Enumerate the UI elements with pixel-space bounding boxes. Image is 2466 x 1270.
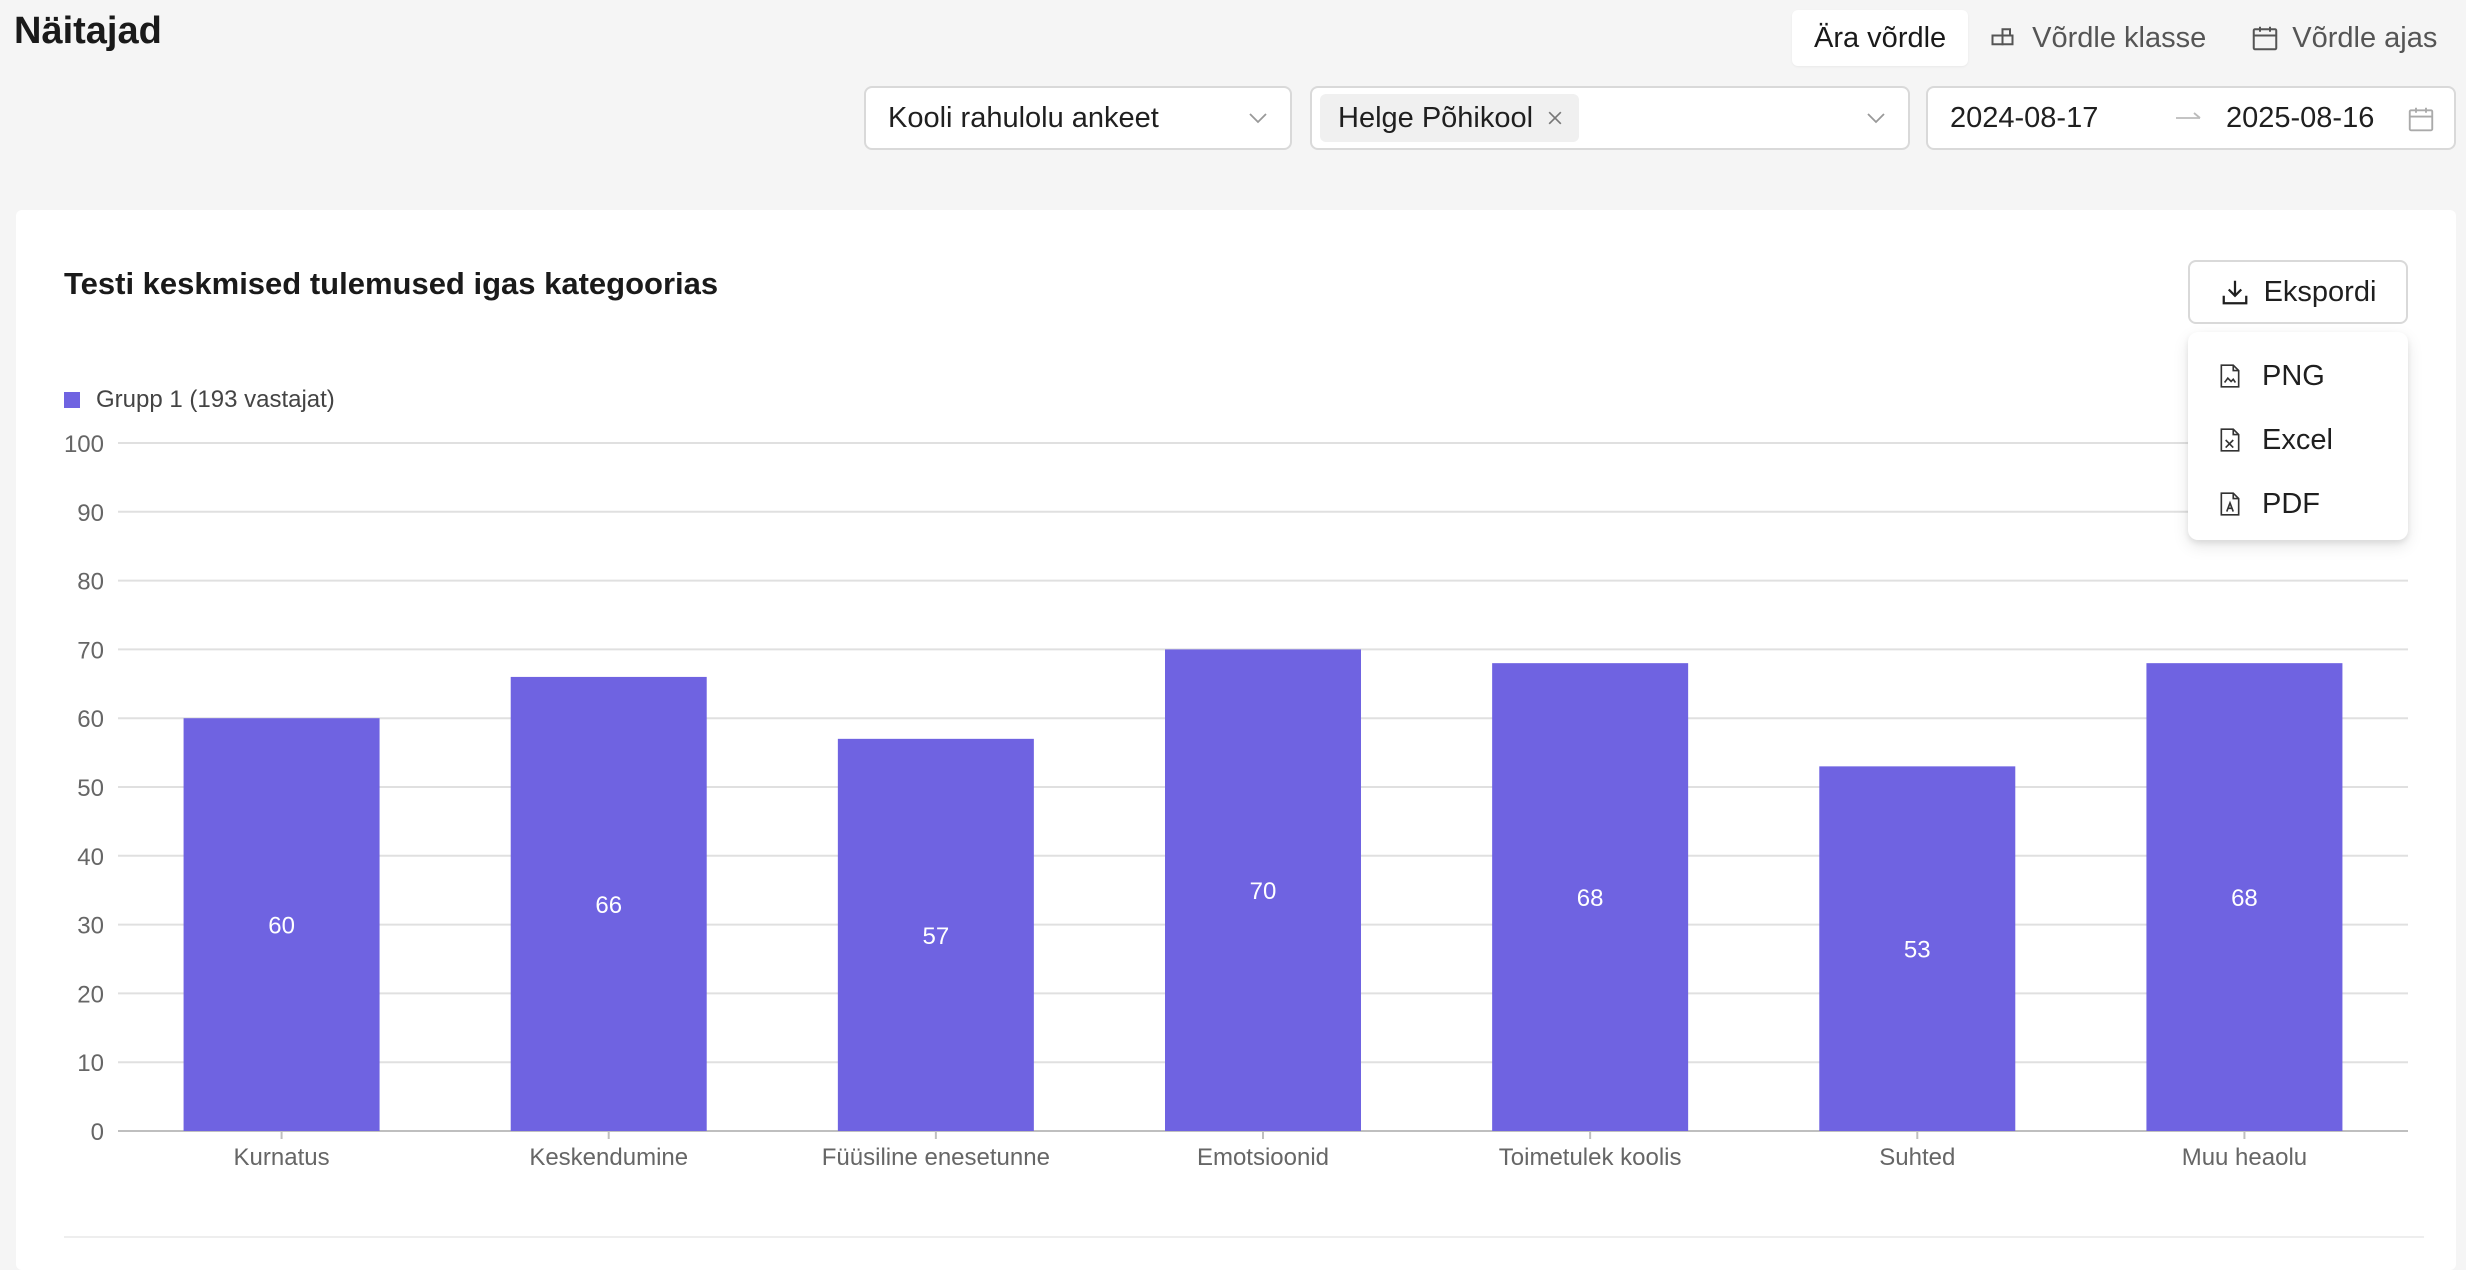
bar-value-label: 60 bbox=[268, 913, 295, 940]
file-image-icon bbox=[2220, 364, 2240, 388]
arrow-right-icon bbox=[2176, 112, 2201, 119]
bar-chart: Grupp 1 (193 vastajat) 0 10 20 30 40 50 60 70 80 9… bbox=[64, 386, 2408, 1171]
survey-select[interactable]: Kooli rahulolu ankeet bbox=[864, 86, 1292, 150]
x-tick-label: Keskendumine bbox=[529, 1144, 688, 1171]
y-tick-label: 100 bbox=[64, 431, 104, 458]
y-tick-label: 40 bbox=[77, 844, 104, 871]
date-start-input[interactable]: 2024-08-17 bbox=[1950, 102, 2170, 135]
file-excel-icon bbox=[2220, 428, 2240, 452]
chart-card-title: Testi keskmised tulemused igas kategoori… bbox=[64, 266, 719, 301]
y-tick-label: 30 bbox=[77, 913, 104, 940]
date-end-input[interactable]: 2025-08-16 bbox=[2226, 102, 2374, 135]
group-icon bbox=[1991, 28, 2014, 46]
survey-select-value: Kooli rahulolu ankeet bbox=[888, 101, 1159, 134]
calendar-icon bbox=[2253, 26, 2278, 51]
export-excel-label: Excel bbox=[2262, 423, 2333, 456]
x-tick-label: Kurnatus bbox=[234, 1144, 330, 1171]
y-tick-label: 80 bbox=[77, 569, 104, 596]
chart-card: Testi keskmised tulemused igas kategoori… bbox=[16, 210, 2456, 1270]
export-png-item[interactable]: PNG bbox=[2188, 344, 2408, 408]
bar-value-label: 68 bbox=[1577, 885, 1604, 912]
school-tag-label: Helge Põhikool bbox=[1338, 101, 1534, 134]
export-button-label: Ekspordi bbox=[2263, 275, 2377, 308]
compare-classes-option[interactable]: Võrdle klasse bbox=[1968, 10, 2228, 66]
x-tick-label: Suhted bbox=[1879, 1144, 1955, 1171]
export-pdf-item[interactable]: PDF bbox=[2188, 472, 2408, 536]
export-menu: PNG Excel PDF bbox=[2188, 332, 2408, 540]
x-tick-label: Toimetulek koolis bbox=[1499, 1144, 1682, 1171]
legend-label: Grupp 1 (193 vastajat) bbox=[96, 386, 335, 413]
bar-value-label: 66 bbox=[595, 892, 622, 919]
export-pdf-label: PDF bbox=[2262, 487, 2320, 520]
export-button[interactable]: Ekspordi bbox=[2188, 260, 2408, 324]
chevron-down-icon bbox=[1249, 113, 1267, 124]
x-tick-label: Emotsioonid bbox=[1197, 1144, 1329, 1171]
page-title: Näitajad bbox=[14, 10, 162, 52]
compare-time-option[interactable]: Võrdle ajas bbox=[2228, 10, 2459, 66]
bar-value-label: 68 bbox=[2231, 885, 2258, 912]
y-tick-label: 10 bbox=[77, 1050, 104, 1077]
compare-time-label: Võrdle ajas bbox=[2292, 21, 2438, 54]
chevron-down-icon bbox=[1867, 113, 1885, 124]
compare-segmented-control: Ära võrdle Võrdle klasse Võrdle ajas bbox=[1792, 8, 2459, 68]
export-excel-item[interactable]: Excel bbox=[2188, 408, 2408, 472]
calendar-icon bbox=[2408, 107, 2434, 132]
school-tag: Helge Põhikool bbox=[1320, 94, 1580, 142]
bar-value-label: 53 bbox=[1904, 937, 1931, 964]
card-divider bbox=[64, 1236, 2424, 1238]
date-range-picker[interactable]: 2024-08-17 2025-08-16 bbox=[1926, 86, 2456, 150]
y-tick-label: 0 bbox=[91, 1119, 104, 1146]
bar-value-label: 70 bbox=[1250, 878, 1277, 905]
compare-none-option[interactable]: Ära võrdle bbox=[1792, 10, 1969, 66]
file-pdf-icon bbox=[2220, 492, 2240, 516]
y-tick-label: 90 bbox=[77, 500, 104, 527]
school-select[interactable]: Helge Põhikool bbox=[1310, 86, 1910, 150]
compare-classes-label: Võrdle klasse bbox=[2032, 21, 2207, 54]
legend-swatch bbox=[64, 392, 80, 408]
close-icon[interactable] bbox=[1545, 108, 1565, 128]
compare-none-label: Ära võrdle bbox=[1814, 21, 1947, 54]
y-tick-label: 60 bbox=[77, 706, 104, 733]
y-tick-label: 20 bbox=[77, 981, 104, 1008]
x-tick-label: Füüsiline enesetunne bbox=[822, 1144, 1050, 1171]
download-icon bbox=[2222, 280, 2247, 305]
bar-value-label: 57 bbox=[923, 923, 950, 950]
x-tick-label: Muu heaolu bbox=[2182, 1144, 2307, 1171]
export-png-label: PNG bbox=[2262, 359, 2325, 392]
y-tick-label: 50 bbox=[77, 775, 104, 802]
y-tick-label: 70 bbox=[77, 637, 104, 664]
